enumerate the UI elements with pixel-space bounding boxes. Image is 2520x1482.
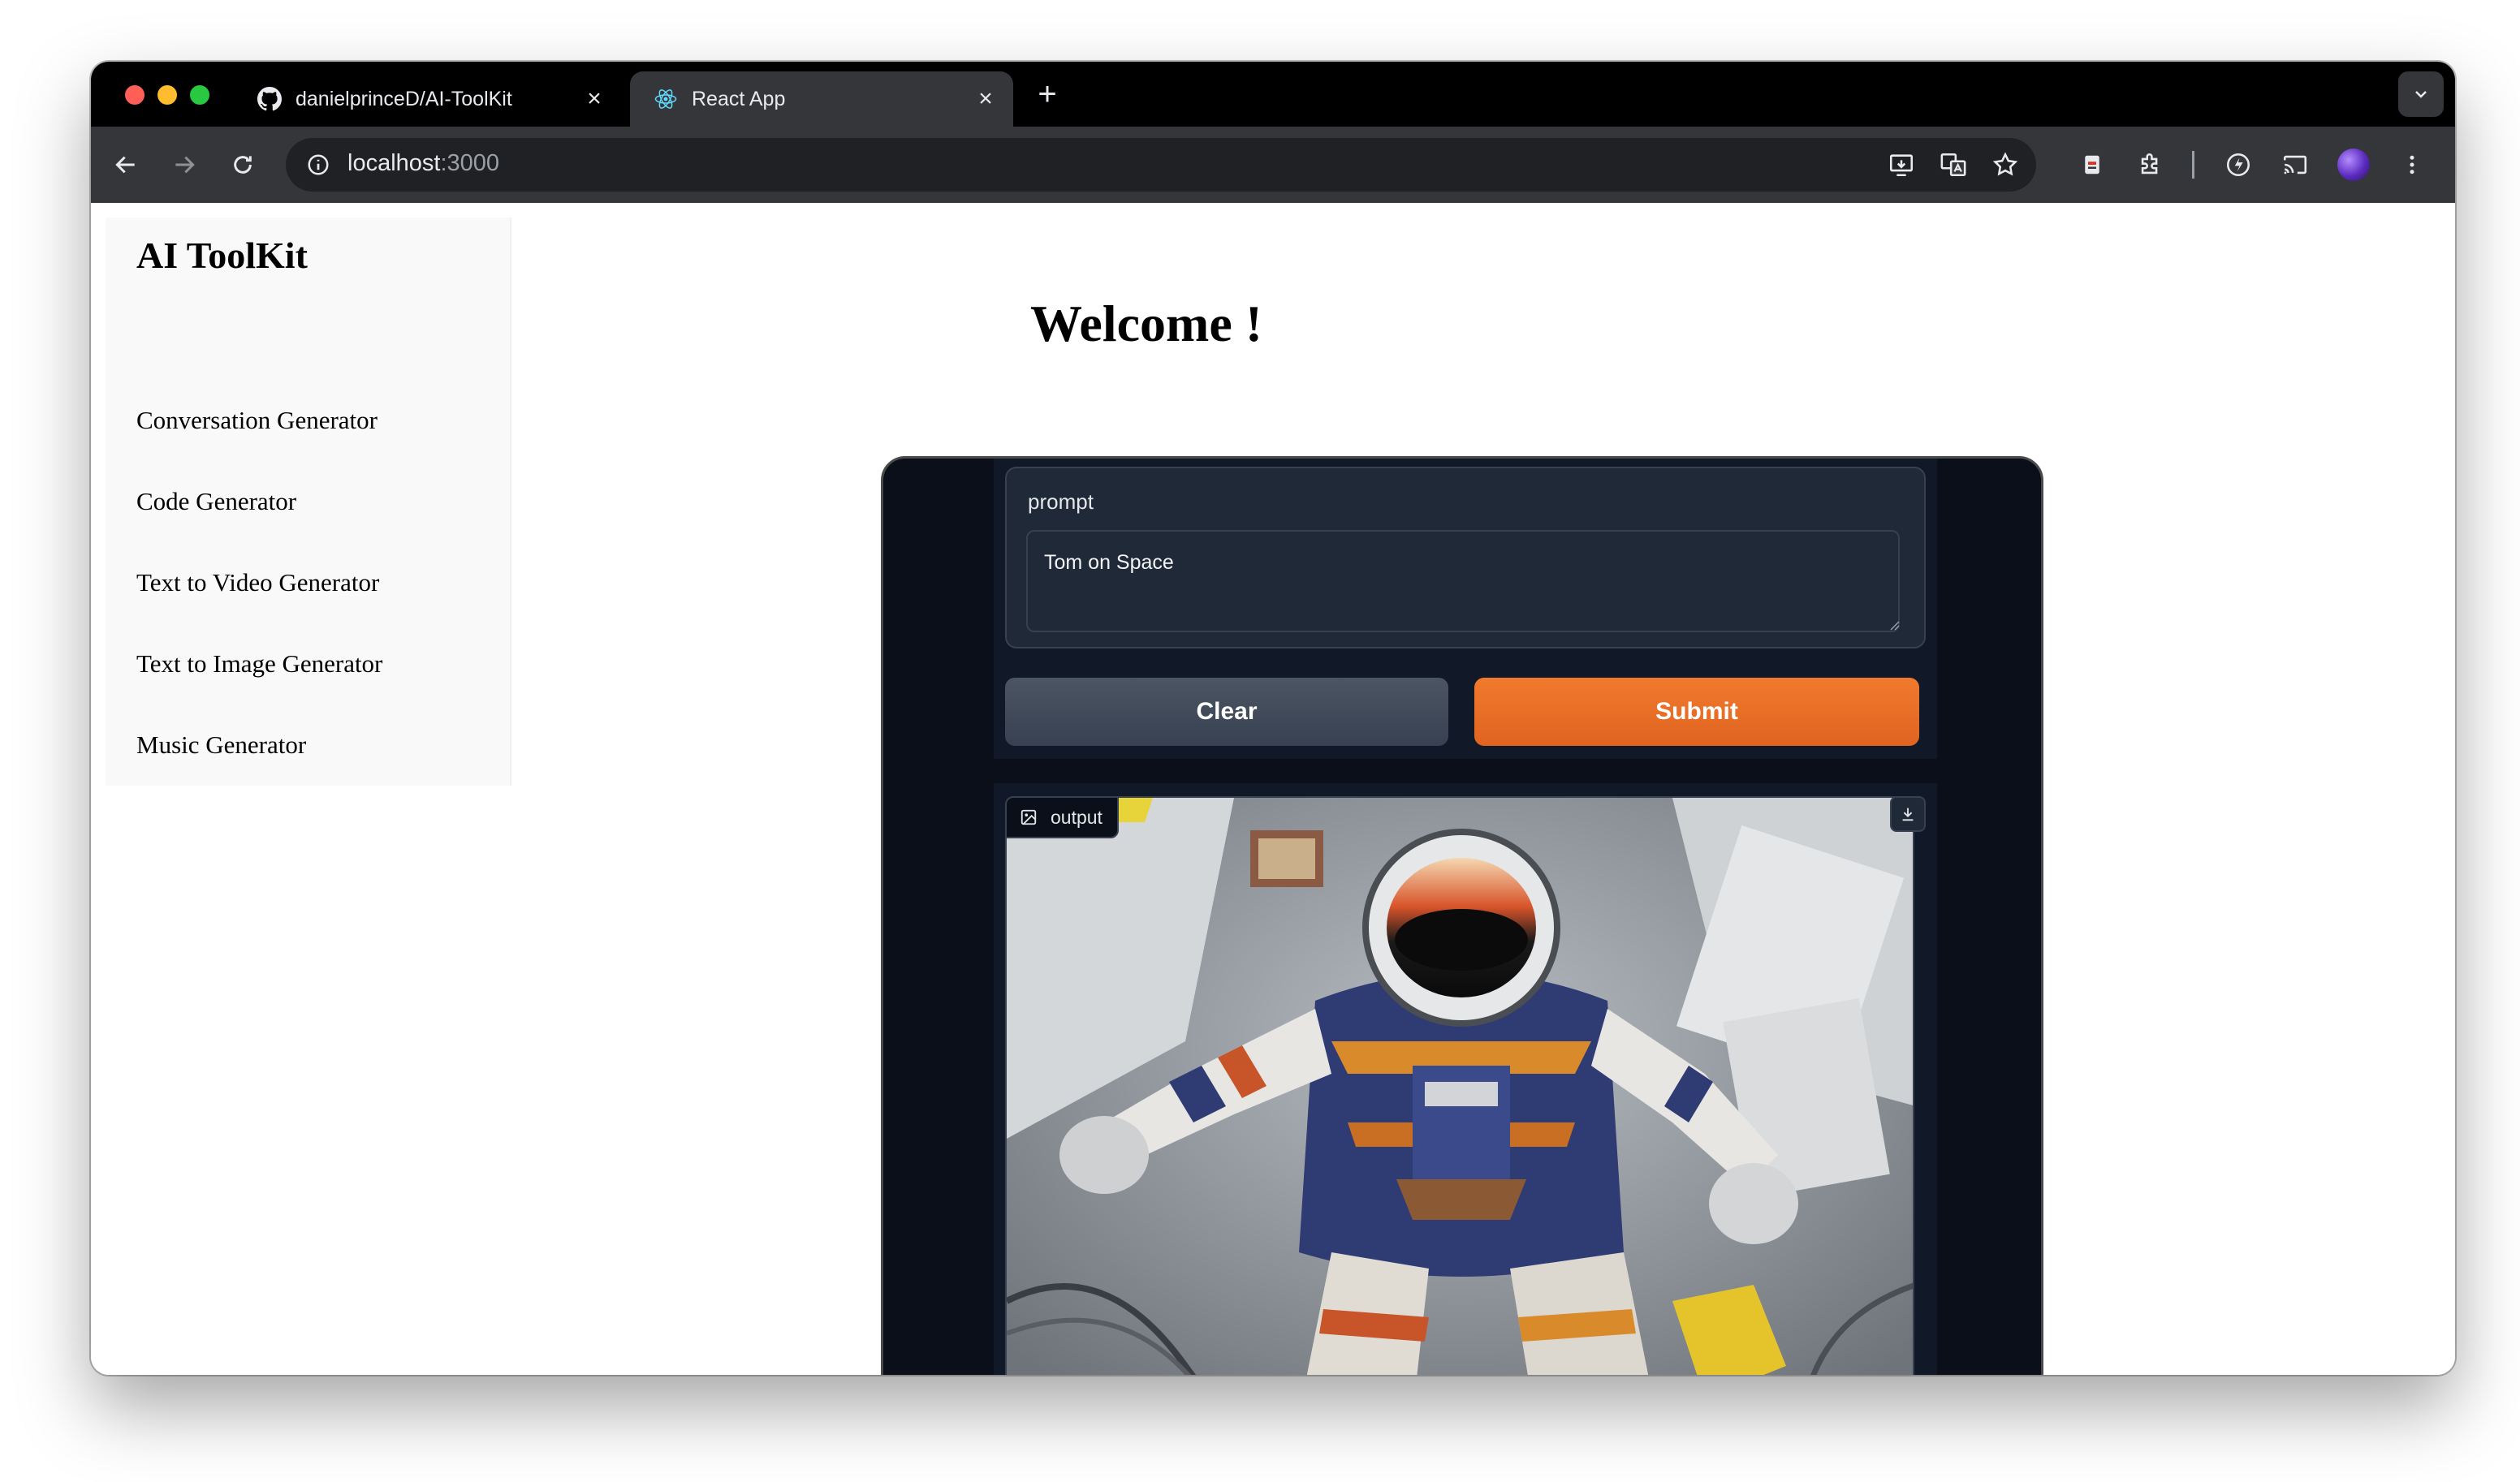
page-content: AI ToolKit Conversation Generator Code G… [91, 203, 2455, 1375]
gradio-app-frame: prompt Tom on Space Clear Submit output [881, 456, 2043, 1375]
resize-handle-icon[interactable] [1888, 619, 1900, 631]
input-panel: prompt Tom on Space Clear Submit [994, 459, 1937, 759]
toolbar-divider [2192, 151, 2194, 179]
url-text: localhost:3000 [347, 150, 500, 176]
github-icon [257, 86, 283, 112]
cast-icon [2283, 155, 2307, 174]
puzzle-icon [2141, 153, 2158, 174]
maximize-window-button[interactable] [190, 85, 209, 105]
close-icon[interactable]: × [578, 83, 611, 115]
sidebar-item-music-generator[interactable]: Music Generator [136, 730, 306, 760]
close-icon[interactable]: × [969, 83, 1002, 115]
download-button[interactable] [1890, 796, 1926, 832]
page-title: Welcome ! [1029, 295, 1263, 352]
clear-button[interactable]: Clear [1005, 678, 1448, 746]
tab-title: danielprinceD/AI-ToolKit [296, 87, 512, 110]
chevron-down-icon [2415, 91, 2427, 98]
reload-button[interactable] [222, 144, 263, 185]
tab-react-app[interactable]: React App × [630, 71, 1013, 127]
astronaut-image [1007, 798, 1913, 1375]
tab-search-button[interactable] [2398, 71, 2444, 117]
tab-github[interactable]: danielprinceD/AI-ToolKit × [234, 71, 622, 127]
more-vert-icon [2410, 155, 2414, 174]
reload-icon [234, 156, 252, 174]
speed-icon [2226, 153, 2250, 177]
generated-image [1005, 796, 1914, 1375]
brand-title: AI ToolKit [136, 235, 308, 276]
submit-button[interactable]: Submit [1474, 678, 1919, 746]
translate-icon[interactable] [1934, 145, 1973, 184]
react-icon [653, 86, 679, 112]
menu-button[interactable] [2392, 144, 2432, 185]
new-tab-button[interactable]: + [1029, 76, 1065, 112]
bookmark-star-icon[interactable] [1986, 145, 2025, 184]
prompt-textarea[interactable]: Tom on Space [1026, 530, 1900, 632]
image-icon [1018, 807, 1039, 828]
performance-button[interactable] [2218, 144, 2259, 185]
profile-button[interactable] [2333, 144, 2374, 185]
tab-title: React App [692, 87, 786, 110]
back-arrow-icon [115, 156, 135, 174]
browser-window: danielprinceD/AI-ToolKit × React App × + [91, 62, 2455, 1375]
download-icon [1902, 808, 1914, 821]
avatar [2337, 149, 2370, 181]
install-app-icon[interactable] [1882, 145, 1921, 184]
extensions-button[interactable] [2130, 144, 2171, 185]
sidebar-item-text-to-video-generator[interactable]: Text to Video Generator [136, 568, 379, 597]
prompt-label: prompt [1028, 489, 1094, 514]
back-button[interactable] [106, 144, 146, 185]
extension-button[interactable] [2072, 144, 2112, 185]
sidebar: AI ToolKit Conversation Generator Code G… [106, 218, 511, 786]
close-window-button[interactable] [125, 85, 145, 105]
output-panel: output [994, 783, 1937, 1375]
prompt-block: prompt Tom on Space [1005, 467, 1926, 648]
forward-button[interactable] [164, 144, 205, 185]
output-label: output [1005, 796, 1119, 838]
forward-arrow-icon [175, 156, 195, 174]
sidebar-item-conversation-generator[interactable]: Conversation Generator [136, 406, 378, 435]
sidebar-item-text-to-image-generator[interactable]: Text to Image Generator [136, 649, 382, 679]
site-info-icon[interactable] [299, 145, 338, 184]
browser-toolbar: localhost:3000 [91, 127, 2455, 203]
extension-doc-icon [2085, 155, 2099, 174]
sidebar-item-code-generator[interactable]: Code Generator [136, 487, 296, 516]
tab-strip: danielprinceD/AI-ToolKit × React App × + [91, 62, 2455, 127]
address-bar[interactable]: localhost:3000 [286, 138, 2036, 192]
cast-button[interactable] [2275, 144, 2315, 185]
minimize-window-button[interactable] [158, 85, 177, 105]
